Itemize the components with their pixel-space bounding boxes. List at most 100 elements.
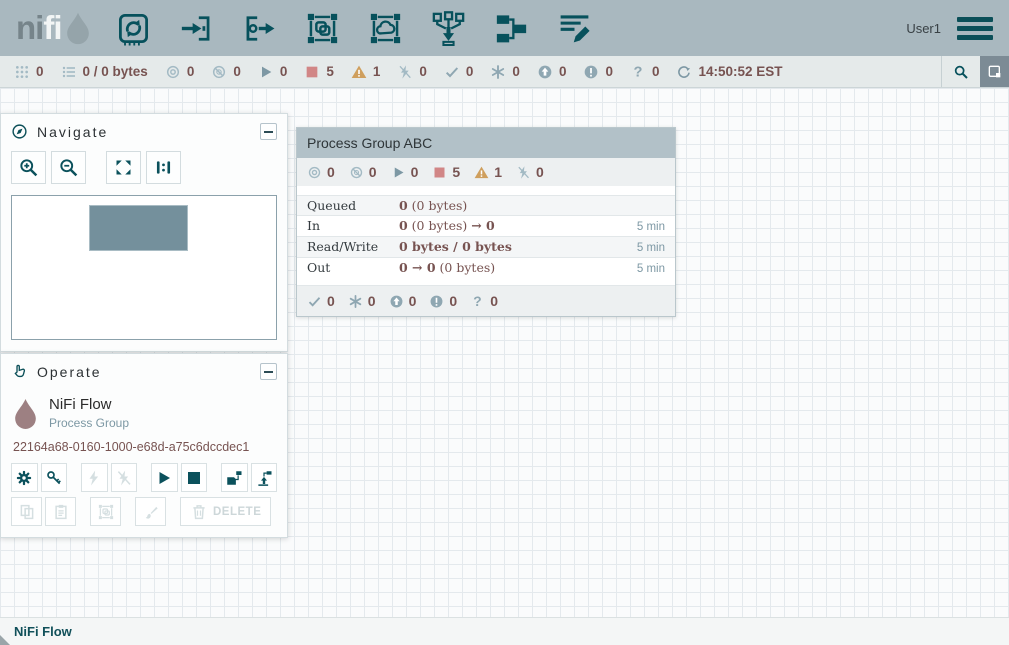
breadcrumb-root[interactable]: NiFi Flow <box>14 624 72 639</box>
queued-list-icon <box>61 64 77 80</box>
process-group-component[interactable]: Process Group ABC 0 0 0 5 <box>296 127 676 317</box>
process-group-icon <box>304 10 341 47</box>
minus-icon <box>264 131 273 133</box>
enable-button[interactable] <box>81 463 108 492</box>
gear-icon <box>15 469 33 487</box>
pg-sync-failure-count: 0 <box>490 293 498 309</box>
start-button[interactable] <box>151 463 178 492</box>
stale-up-arrow-icon <box>389 294 404 309</box>
stat-invalid: 1 <box>351 64 381 80</box>
label-tool[interactable] <box>556 10 593 47</box>
funnel-tool[interactable] <box>430 10 467 47</box>
paste-button[interactable] <box>45 497 76 526</box>
process-group-name[interactable]: Process Group ABC <box>297 128 675 158</box>
row-window: 5 min <box>637 240 665 256</box>
disable-button[interactable] <box>111 463 138 492</box>
pg-stale: 0 <box>389 293 417 309</box>
input-port-icon <box>178 10 215 47</box>
operate-flow-id: 22164a68-0160-1000-e68d-a75c6dccdec1 <box>1 433 287 463</box>
pg-stale-count: 0 <box>409 293 417 309</box>
stopped-icon <box>304 64 320 80</box>
operate-buttons-row-2: DELETE <box>1 497 287 526</box>
processor-tool[interactable] <box>115 10 152 47</box>
template-icon <box>493 10 530 47</box>
stat-locally-modified: 0 <box>490 64 520 80</box>
configuration-button[interactable] <box>11 463 38 492</box>
transmitting-count: 0 <box>187 64 195 79</box>
copy-button[interactable] <box>11 497 42 526</box>
slashed-bolt-icon <box>115 469 133 487</box>
operate-collapse-button[interactable] <box>260 363 277 380</box>
upload-template-button[interactable] <box>251 463 278 492</box>
group-button[interactable] <box>90 497 121 526</box>
running-count: 0 <box>280 64 288 79</box>
sync-failure-question-icon <box>630 64 646 80</box>
stat-not-transmitting: 0 <box>211 64 241 80</box>
last-refreshed-time: 14:50:52 EST <box>698 64 782 79</box>
minimap-component-rect[interactable] <box>89 205 188 251</box>
invalid-warning-icon <box>474 165 489 180</box>
delete-button[interactable]: DELETE <box>180 497 271 526</box>
stat-locally-modified-stale: 0 <box>583 64 613 80</box>
invalid-warning-icon <box>351 64 367 80</box>
resize-grip[interactable] <box>0 635 10 645</box>
delete-label: DELETE <box>213 506 261 518</box>
row-window: 5 min <box>637 219 665 235</box>
up-to-date-count: 0 <box>466 64 474 79</box>
pg-locally-modified: 0 <box>348 293 376 309</box>
pg-stat-disabled: 0 <box>516 164 544 180</box>
current-user: User1 <box>906 21 941 36</box>
row-label: Queued <box>307 198 399 214</box>
pg-stat-stopped: 5 <box>432 164 460 180</box>
hamburger-icon <box>957 17 993 22</box>
operate-flow-name: NiFi Flow <box>49 396 129 413</box>
zoom-actual-size-button[interactable] <box>146 151 181 184</box>
not-transmitting-icon <box>349 165 364 180</box>
locally-modified-stale-icon <box>429 294 444 309</box>
access-policies-button[interactable] <box>41 463 68 492</box>
minus-icon <box>264 371 273 373</box>
remote-process-group-tool[interactable] <box>367 10 404 47</box>
stale-up-arrow-icon <box>537 64 553 80</box>
nifi-droplet-icon <box>13 398 38 431</box>
nifi-droplet-icon <box>65 11 91 47</box>
output-port-icon <box>241 10 278 47</box>
change-color-button[interactable] <box>135 497 166 526</box>
zoom-in-button[interactable] <box>11 151 46 184</box>
global-menu-button[interactable] <box>957 13 993 44</box>
zoom-fit-button[interactable] <box>106 151 141 184</box>
output-port-tool[interactable] <box>241 10 278 47</box>
bolt-icon <box>85 469 103 487</box>
pg-locally-modified-stale: 0 <box>429 293 457 309</box>
last-refreshed: 14:50:52 EST <box>676 64 782 80</box>
zoom-out-button[interactable] <box>51 151 86 184</box>
search-icon <box>953 64 969 80</box>
search-button[interactable] <box>942 56 980 87</box>
process-group-tool[interactable] <box>304 10 341 47</box>
flow-canvas[interactable]: Process Group ABC 0 0 0 5 <box>0 88 1009 617</box>
table-row-in: In 0 (0 bytes) → 0 5 min <box>297 215 675 236</box>
stat-disabled: 0 <box>397 64 427 80</box>
birdseye-toggle-button[interactable] <box>980 56 1009 87</box>
funnel-icon <box>430 10 467 47</box>
running-icon <box>258 64 274 80</box>
navigate-collapse-button[interactable] <box>260 123 277 140</box>
row-label: Read/Write <box>307 239 399 255</box>
pg-transmitting-count: 0 <box>327 164 335 180</box>
not-transmitting-count: 0 <box>233 64 241 79</box>
refresh-icon[interactable] <box>676 64 692 80</box>
stat-queued: 0 / 0 bytes <box>61 64 148 80</box>
stop-button[interactable] <box>181 463 208 492</box>
stopped-count: 5 <box>326 64 334 79</box>
row-window: 5 min <box>637 261 665 277</box>
zoom-out-icon <box>58 157 79 178</box>
input-port-tool[interactable] <box>178 10 215 47</box>
table-row-read-write: Read/Write 0 bytes / 0 bytes 5 min <box>297 236 675 257</box>
trash-icon <box>190 503 208 521</box>
logo-text-ni: ni <box>16 4 43 52</box>
birdseye-minimap[interactable] <box>11 195 277 340</box>
create-template-button[interactable] <box>221 463 248 492</box>
key-icon <box>45 469 63 487</box>
template-tool[interactable] <box>493 10 530 47</box>
pg-stopped-count: 5 <box>452 164 460 180</box>
